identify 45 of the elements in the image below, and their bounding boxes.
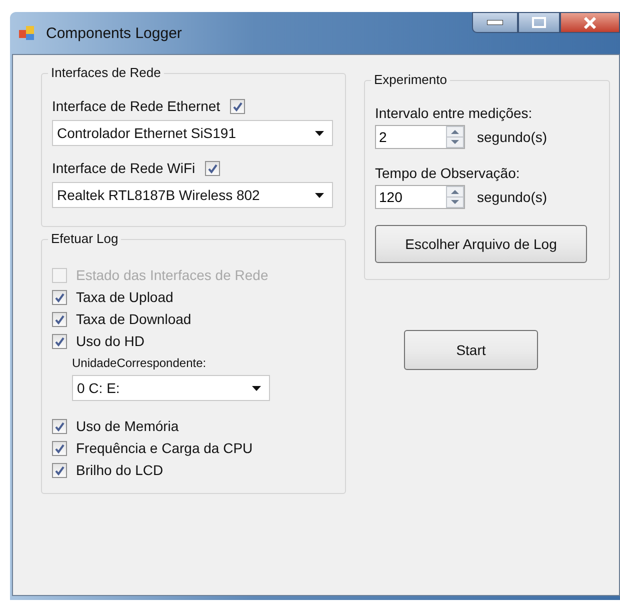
group-title: Interfaces de Rede [48,65,164,80]
window-title: Components Logger [46,24,182,42]
checkbox-label: Brilho do LCD [76,462,164,478]
field-label: Tempo de Observação: [375,165,521,181]
checkbox[interactable] [52,290,67,304]
field-label: Intervalo entre medições: [375,105,534,121]
app-icon [18,24,36,42]
minimize-icon [487,20,503,25]
dropdown[interactable]: Realtek RTL8187B Wireless 802 [52,182,333,208]
checkbox-label: Frequência e Carga da CPU [76,440,253,456]
spinner-arrows-icon[interactable] [446,126,464,148]
checkbox-label: Estado das Interfaces de Rede [76,267,268,283]
dropdown[interactable]: Controlador Ethernet SiS191 [52,120,333,146]
checkbox[interactable] [205,160,220,176]
checkbox-label: Uso de Memória [76,418,179,434]
maximize-button[interactable] [518,12,560,33]
field-label: Interface de Rede Ethernet [52,98,220,114]
unit-label: segundo(s) [477,129,548,145]
checkbox[interactable] [52,462,67,478]
number-field[interactable]: 2 [375,125,465,149]
maximize-icon [532,17,546,28]
field-label: Interface de Rede WiFi [52,160,196,176]
number-field[interactable]: 120 [375,185,465,209]
unit-label: segundo(s) [477,189,548,205]
checkbox-label: Taxa de Upload [76,289,174,305]
caret-icon [315,192,324,198]
close-icon [583,16,597,28]
dropdown[interactable]: 0 C: E: [72,375,270,401]
caret-icon [315,130,324,136]
choose-log-file-button[interactable]: Escolher Arquivo de Log [375,225,587,263]
minimize-button[interactable] [472,12,518,33]
checkbox[interactable] [52,418,67,434]
start-button[interactable]: Start [404,330,538,370]
field-label: UnidadeCorrespondente: [72,356,208,370]
caret-icon [252,386,261,390]
checkbox[interactable] [52,312,67,326]
checkbox-label: Uso do HD [76,333,144,349]
group-title: Efetuar Log [48,231,122,246]
checkbox[interactable] [52,440,67,456]
checkbox[interactable] [230,98,246,114]
checkbox-label: Taxa de Download [76,311,192,327]
close-button[interactable] [560,12,620,33]
spinner-arrows-icon[interactable] [446,186,464,208]
group-title: Experimento [371,72,450,87]
checkbox[interactable] [52,334,67,348]
